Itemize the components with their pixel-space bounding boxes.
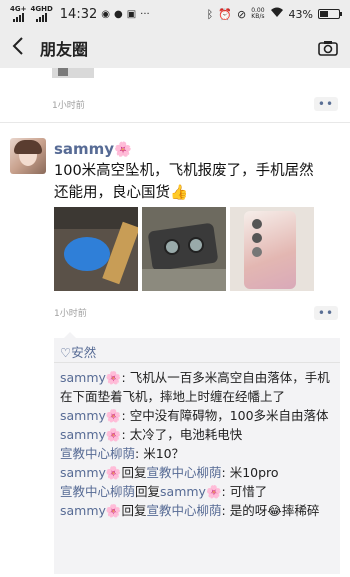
comment-author[interactable]: sammy🌸 — [60, 503, 122, 518]
comments-list: sammy🌸: 飞机从一百多米高空自由落体，手机在下面垫着飞机，摔地上时缠在经幡… — [60, 368, 336, 520]
previous-post-image[interactable] — [52, 68, 94, 78]
comment-sep: : — [121, 408, 130, 423]
reply-word: 回复 — [121, 503, 147, 518]
reply-target[interactable]: 宣教中心柳荫 — [147, 465, 222, 480]
reply-word: 回复 — [135, 484, 161, 499]
comment-author[interactable]: sammy🌸 — [60, 465, 122, 480]
reply-word: 回复 — [121, 465, 147, 480]
alarm-icon: ⏰ — [218, 7, 232, 21]
comment-author[interactable]: 宣教中心柳荫 — [60, 446, 135, 461]
comment-item[interactable]: sammy🌸: 空中没有障碍物，100多米自由落体 — [60, 406, 336, 425]
likes-divider — [54, 362, 340, 363]
status-right: ᛒ ⏰ ⊘ 0.00 KB/s 43% — [206, 7, 342, 21]
silent-icon: ⊘ — [236, 7, 247, 21]
comment-box: ♡安然 sammy🌸: 飞机从一百多米高空自由落体，手机在下面垫着飞机，摔地上时… — [54, 332, 340, 574]
comment-sep: : — [221, 484, 230, 499]
likes-list[interactable]: ♡安然 — [60, 342, 96, 361]
chat-bubble-icon: ● — [113, 8, 123, 20]
comment-item[interactable]: sammy🌸回复宣教中心柳荫: 米10pro — [60, 463, 336, 482]
comment-text: 米10pro — [229, 465, 279, 480]
comment-author[interactable]: sammy🌸 — [60, 370, 122, 385]
comment-sep: : — [135, 446, 144, 461]
comment-item[interactable]: 宣教中心柳荫: 米10？ — [60, 444, 336, 463]
comment-text: 太冷了，电池耗电快 — [129, 427, 243, 442]
comment-item[interactable]: sammy🌸: 飞机从一百多米高空自由落体，手机在下面垫着飞机，摔地上时缠在经幡… — [60, 368, 336, 406]
reply-target[interactable]: 宣教中心柳荫 — [147, 503, 222, 518]
username-text: sammy — [54, 140, 115, 158]
status-bar: 4G+ 4GHD 14:32 ◉ ● ▣ ··· ᛒ ⏰ ⊘ 0.00 KB/s… — [0, 0, 350, 28]
nav-bar: 朋友圈 — [0, 28, 350, 68]
status-time: 14:32 — [59, 6, 98, 22]
network-1-label: 4G+ — [10, 5, 27, 13]
comment-sep: : — [221, 465, 230, 480]
post-photo-1[interactable] — [54, 207, 138, 291]
divider — [0, 122, 350, 123]
camera-icon[interactable] — [318, 40, 338, 56]
network-2-label: 4GHD — [30, 5, 53, 13]
reply-target[interactable]: sammy🌸 — [160, 484, 222, 499]
wifi-icon — [270, 7, 284, 21]
speed-unit: KB/s — [251, 13, 265, 20]
status-left: 4G+ 4GHD 14:32 ◉ ● ▣ ··· — [10, 6, 150, 22]
bluetooth-icon: ᛒ — [206, 7, 214, 21]
comment-text: 空中没有障碍物，100多米自由落体 — [129, 408, 329, 423]
signal-bars-icon — [12, 13, 24, 22]
comment-sep: : — [121, 370, 130, 385]
more-status-icon: ··· — [140, 8, 150, 20]
signal-1: 4G+ — [10, 6, 26, 22]
post-username[interactable]: sammy🌸 — [54, 140, 132, 158]
comment-author[interactable]: sammy🌸 — [60, 408, 122, 423]
comment-item[interactable]: sammy🌸回复宣教中心柳荫: 是的呀😂摔稀碎 — [60, 501, 336, 520]
page-title: 朋友圈 — [40, 40, 89, 59]
network-speed: 0.00 KB/s — [251, 8, 264, 20]
comment-text: 可惜了 — [229, 484, 268, 499]
post-time: 1小时前 — [54, 309, 87, 319]
flower-emoji-icon: 🌸 — [114, 142, 132, 158]
battery-percent: 43% — [288, 7, 313, 21]
post-text: 100米高空坠机，飞机报废了，手机居然还能用，良心国货👍 — [54, 163, 314, 201]
previous-post-more-button[interactable]: •• — [314, 97, 338, 111]
signal-bars-icon — [36, 13, 48, 22]
comment-sep: : — [121, 427, 130, 442]
comment-author[interactable]: 宣教中心柳荫 — [60, 484, 135, 499]
post-more-button[interactable]: •• — [314, 306, 338, 320]
comment-author[interactable]: sammy🌸 — [60, 427, 122, 442]
comment-item[interactable]: 宣教中心柳荫回复sammy🌸: 可惜了 — [60, 482, 336, 501]
avatar[interactable] — [10, 138, 46, 174]
comment-sep: : — [221, 503, 230, 518]
post-photo-2[interactable] — [142, 207, 226, 291]
chevron-left-icon[interactable] — [12, 36, 32, 61]
comment-text: 是的呀😂摔稀碎 — [229, 503, 320, 518]
weibo-icon: ◉ — [101, 8, 110, 20]
signal-2: 4GHD — [30, 5, 53, 22]
comment-item[interactable]: sammy🌸: 太冷了，电池耗电快 — [60, 425, 336, 444]
post-photo-3[interactable] — [230, 207, 314, 291]
previous-post-time: 1小时前 — [52, 101, 85, 111]
comment-text: 米10？ — [143, 446, 185, 461]
notification-icon: ▣ — [126, 8, 137, 20]
battery-icon — [318, 9, 342, 19]
